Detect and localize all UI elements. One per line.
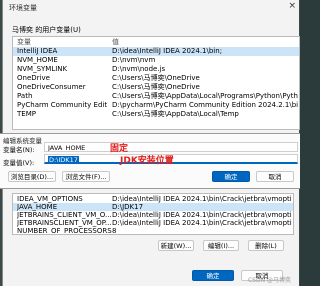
watermark: CSDN @马博奕 (247, 277, 291, 284)
list-item[interactable]: OneDrive C:\Users\马博奕\OneDrive (13, 74, 299, 83)
column-header-name[interactable]: 变量 (17, 38, 107, 47)
var-value: D:\pycharm\PyCharm Community Edition 202… (112, 101, 298, 109)
list-item[interactable]: IntelliJ IDEA D:\idea\IntelliJ IDEA 2024… (13, 47, 299, 56)
system-vars-list[interactable]: IDEA_VM_OPTIONS D:\idea\IntelliJ IDEA 20… (12, 193, 294, 235)
edit-button[interactable]: 编辑(I)... (203, 240, 239, 251)
user-vars-header: 变量 值 (13, 38, 299, 47)
outer-ok-button[interactable]: 确定 (192, 270, 234, 281)
var-name: NVM_HOME (17, 56, 58, 64)
delete-button[interactable]: 删除(L) (248, 240, 284, 251)
var-name: TEMP (17, 110, 36, 118)
list-item[interactable]: NVM_SYMLINK D:\nvm\node.js (13, 65, 299, 74)
var-name: JETBRAINSCLIENT_VM_OP... (17, 219, 112, 227)
var-value: D:\nvm\node.js (112, 65, 166, 73)
edit-cancel-button[interactable]: 取消 (256, 171, 294, 182)
var-name: PyCharm Community Edition (17, 101, 107, 109)
new-button[interactable]: 新建(W)... (158, 240, 194, 251)
variable-name-input[interactable]: JAVA_HOME (44, 142, 298, 152)
var-value: C:\Users\马博奕\OneDrive (112, 74, 200, 82)
variable-value-text: D:\JDK17 (48, 156, 79, 164)
var-value: D:\idea\IntelliJ IDEA 2024.1\bin; (112, 47, 223, 55)
list-item[interactable]: JETBRAINSCLIENT_VM_OP... D:\idea\Intelli… (13, 219, 293, 227)
list-item[interactable]: IDEA_VM_OPTIONS D:\idea\IntelliJ IDEA 20… (13, 195, 293, 203)
var-value: C:\Users\马博奕\AppData\Local\Programs\Pyth… (112, 92, 298, 100)
var-value: D:\nvm\nvm (112, 56, 156, 64)
annotation-jdk-location: JDK安装位置 (120, 156, 174, 166)
edit-system-variable-dialog: 编辑系统变量 变量名(N): JAVA_HOME 固定 变量值(V): D:\J… (0, 133, 300, 189)
browse-file-button[interactable]: 浏览文件(F)... (62, 171, 110, 182)
edit-ok-button[interactable]: 确定 (212, 171, 250, 182)
column-header-value[interactable]: 值 (112, 38, 298, 47)
var-value: C:\Users\马博奕\AppData\Local\Temp (112, 110, 239, 118)
user-vars-label: 马博奕 的用户变量(U) (12, 26, 81, 34)
list-item[interactable]: Path C:\Users\马博奕\AppData\Local\Programs… (13, 92, 299, 101)
list-item[interactable]: JAVA_HOME D:\JDK17 (13, 203, 293, 211)
var-name: JETBRAINS_CLIENT_VM_O... (17, 211, 112, 219)
variable-name-value: JAVA_HOME (48, 144, 86, 152)
dialog-title: 环境变量 (9, 4, 37, 12)
var-value: 8 (112, 227, 117, 235)
list-item[interactable]: PyCharm Community Edition D:\pycharm\PyC… (13, 101, 299, 110)
browse-directory-button[interactable]: 浏览目录(D)... (8, 171, 56, 182)
var-value: C:\Users\马博奕\OneDrive (112, 83, 200, 91)
list-item[interactable]: TEMP C:\Users\马博奕\AppData\Local\Temp (13, 110, 299, 119)
name-label: 变量名(N): (3, 146, 35, 154)
var-name: NVM_SYMLINK (17, 65, 68, 73)
list-item[interactable]: JETBRAINS_CLIENT_VM_O... D:\idea\Intelli… (13, 211, 293, 219)
var-name: Path (17, 92, 33, 100)
value-label: 变量值(V): (3, 159, 35, 167)
var-name: IntelliJ IDEA (17, 47, 58, 55)
var-name: OneDriveConsumer (17, 83, 86, 91)
list-item[interactable]: NUMBER_OF_PROCESSORS 8 (13, 227, 293, 235)
var-value: D:\JDK17 (112, 203, 144, 211)
var-value: D:\idea\IntelliJ IDEA 2024.1\bin\Crack\j… (112, 195, 292, 203)
var-name: OneDrive (17, 74, 50, 82)
var-name: JAVA_HOME (17, 203, 58, 211)
var-value: D:\idea\IntelliJ IDEA 2024.1\bin\Crack\j… (112, 211, 292, 219)
list-item[interactable]: NVM_HOME D:\nvm\nvm (13, 56, 299, 65)
var-name: NUMBER_OF_PROCESSORS (17, 227, 112, 235)
list-item[interactable]: OneDriveConsumer C:\Users\马博奕\OneDrive (13, 83, 299, 92)
user-vars-list[interactable]: 变量 值 IntelliJ IDEA D:\idea\IntelliJ IDEA… (12, 36, 300, 130)
close-icon[interactable]: × (288, 1, 296, 11)
var-value: D:\idea\IntelliJ IDEA 2024.1\bin\Crack\j… (112, 219, 292, 227)
var-name: IDEA_VM_OPTIONS (17, 195, 83, 203)
